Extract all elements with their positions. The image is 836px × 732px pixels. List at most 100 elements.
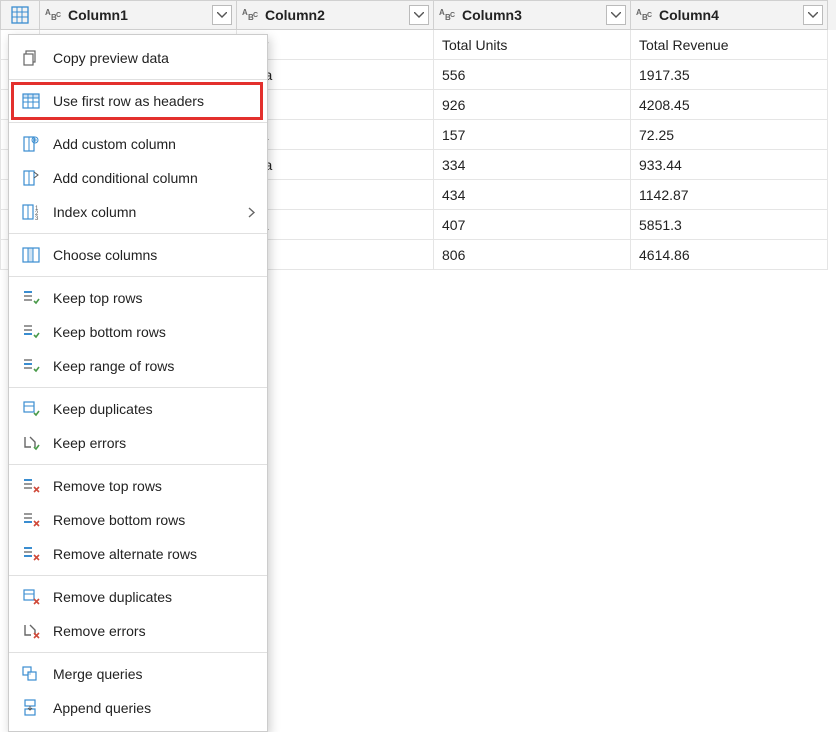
menu-separator: [9, 122, 267, 123]
column-header-4[interactable]: ABC Column4: [631, 0, 828, 30]
menu-separator: [9, 652, 267, 653]
menu-keep-duplicates[interactable]: Keep duplicates: [9, 392, 267, 426]
choose-columns-icon: [21, 245, 41, 265]
menu-separator: [9, 575, 267, 576]
chevron-right-icon: [248, 207, 255, 218]
column-header-1[interactable]: ABC Column1: [40, 0, 237, 30]
filter-dropdown-button[interactable]: [606, 5, 626, 25]
merge-icon: [21, 664, 41, 684]
table-cell[interactable]: 5851.3: [631, 210, 828, 240]
menu-copy-preview[interactable]: Copy preview data: [9, 41, 267, 75]
copy-icon: [21, 48, 41, 68]
menu-label: Append queries: [53, 700, 151, 716]
table-cell[interactable]: Total Units: [434, 30, 631, 60]
menu-label: Copy preview data: [53, 50, 169, 66]
table-cell[interactable]: 334: [434, 150, 631, 180]
svg-text:C: C: [450, 12, 455, 19]
menu-label: Merge queries: [53, 666, 143, 682]
table-cell[interactable]: 434: [434, 180, 631, 210]
keep-duplicates-icon: [21, 399, 41, 419]
menu-add-custom-column[interactable]: Add custom column: [9, 127, 267, 161]
menu-keep-range-rows[interactable]: Keep range of rows: [9, 349, 267, 383]
keep-errors-icon: [21, 433, 41, 453]
column-name: Column4: [657, 7, 803, 23]
table-cell[interactable]: 806: [434, 240, 631, 270]
menu-keep-top-rows[interactable]: Keep top rows: [9, 281, 267, 315]
headers-icon: [21, 91, 41, 111]
menu-label: Keep bottom rows: [53, 324, 166, 340]
table-context-menu: Copy preview data Use first row as heade…: [8, 34, 268, 732]
chevron-down-icon: [808, 12, 818, 18]
menu-add-conditional-column[interactable]: Add conditional column: [9, 161, 267, 195]
remove-duplicates-icon: [21, 587, 41, 607]
svg-text:C: C: [647, 12, 652, 19]
table-cell[interactable]: Total Revenue: [631, 30, 828, 60]
menu-remove-alternate-rows[interactable]: Remove alternate rows: [9, 537, 267, 571]
filter-dropdown-button[interactable]: [409, 5, 429, 25]
menu-label: Choose columns: [53, 247, 157, 263]
menu-remove-errors[interactable]: Remove errors: [9, 614, 267, 648]
remove-errors-icon: [21, 621, 41, 641]
menu-separator: [9, 79, 267, 80]
menu-label: Add conditional column: [53, 170, 198, 186]
abc-type-icon: ABC: [241, 4, 263, 26]
conditional-column-icon: [21, 168, 41, 188]
filter-dropdown-button[interactable]: [803, 5, 823, 25]
table-cell[interactable]: 556: [434, 60, 631, 90]
menu-label: Remove errors: [53, 623, 146, 639]
remove-top-icon: [21, 476, 41, 496]
column-header-row: ABC Column1 ABC Column2 ABC Column3 ABC …: [0, 0, 836, 30]
table-cell[interactable]: 4614.86: [631, 240, 828, 270]
menu-append-queries[interactable]: Append queries: [9, 691, 267, 725]
column-name: Column1: [66, 7, 212, 23]
table-cell[interactable]: 4208.45: [631, 90, 828, 120]
table-cell[interactable]: 933.44: [631, 150, 828, 180]
keep-top-icon: [21, 288, 41, 308]
keep-bottom-icon: [21, 322, 41, 342]
menu-label: Keep range of rows: [53, 358, 174, 374]
remove-bottom-icon: [21, 510, 41, 530]
menu-keep-bottom-rows[interactable]: Keep bottom rows: [9, 315, 267, 349]
menu-label: Keep top rows: [53, 290, 143, 306]
svg-text:C: C: [253, 12, 258, 19]
menu-first-row-headers[interactable]: Use first row as headers: [9, 84, 267, 118]
table-corner-button[interactable]: [0, 0, 40, 30]
chevron-down-icon: [611, 12, 621, 18]
index-column-icon: 123: [21, 202, 41, 222]
menu-choose-columns[interactable]: Choose columns: [9, 238, 267, 272]
menu-label: Index column: [53, 204, 136, 220]
menu-label: Add custom column: [53, 136, 176, 152]
table-cell[interactable]: 407: [434, 210, 631, 240]
column-name: Column2: [263, 7, 409, 23]
column-name: Column3: [460, 7, 606, 23]
menu-separator: [9, 276, 267, 277]
menu-merge-queries[interactable]: Merge queries: [9, 657, 267, 691]
keep-range-icon: [21, 356, 41, 376]
menu-remove-top-rows[interactable]: Remove top rows: [9, 469, 267, 503]
menu-remove-duplicates[interactable]: Remove duplicates: [9, 580, 267, 614]
table-cell[interactable]: 1142.87: [631, 180, 828, 210]
append-icon: [21, 698, 41, 718]
column-header-2[interactable]: ABC Column2: [237, 0, 434, 30]
filter-dropdown-button[interactable]: [212, 5, 232, 25]
abc-type-icon: ABC: [44, 4, 66, 26]
menu-label: Remove alternate rows: [53, 546, 197, 562]
menu-separator: [9, 387, 267, 388]
chevron-down-icon: [414, 12, 424, 18]
table-icon: [9, 4, 31, 26]
svg-text:3: 3: [35, 216, 39, 221]
table-cell[interactable]: 72.25: [631, 120, 828, 150]
column-header-3[interactable]: ABC Column3: [434, 0, 631, 30]
table-cell[interactable]: 157: [434, 120, 631, 150]
menu-separator: [9, 464, 267, 465]
menu-label: Remove bottom rows: [53, 512, 185, 528]
menu-remove-bottom-rows[interactable]: Remove bottom rows: [9, 503, 267, 537]
remove-alternate-icon: [21, 544, 41, 564]
table-cell[interactable]: 1917.35: [631, 60, 828, 90]
abc-type-icon: ABC: [438, 4, 460, 26]
menu-index-column[interactable]: 123 Index column: [9, 195, 267, 229]
menu-keep-errors[interactable]: Keep errors: [9, 426, 267, 460]
menu-label: Remove top rows: [53, 478, 162, 494]
table-cell[interactable]: 926: [434, 90, 631, 120]
svg-text:C: C: [56, 12, 61, 19]
